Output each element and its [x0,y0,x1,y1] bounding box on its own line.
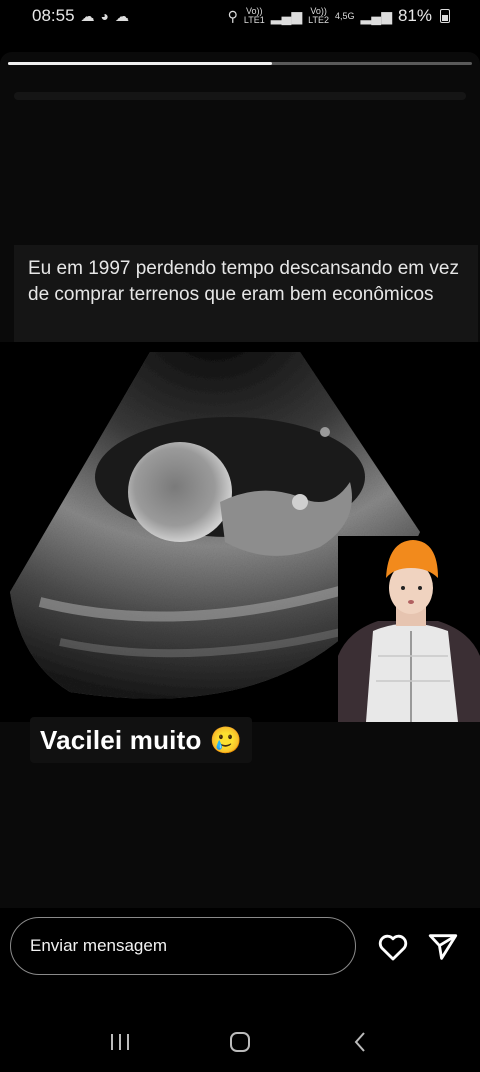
network-type: 4,5G [335,10,355,21]
status-bar: 08:55 ☁ ◕ ☁ ⚲ Vo)) LTE1 ▂▄▆ Vo)) LTE2 4,5G… [0,0,480,32]
avatar-notification-icon: ◕ [100,8,110,24]
post-text: Eu em 1997 perdendo tempo descansando em… [14,245,478,342]
caption-sticker: Vacilei muito 🥲 [30,717,253,763]
home-icon[interactable] [220,1022,260,1062]
status-left: 08:55 ☁ ◕ ☁ [32,6,129,26]
story-progress-fill [8,62,273,65]
send-icon[interactable] [426,930,460,964]
location-icon: ⚲ [227,7,238,24]
story-header-shade [14,92,466,100]
sim2-label: Vo)) LTE2 [308,6,329,25]
story-progress-bar [8,62,472,65]
send-message-input[interactable]: Enviar mensagem [10,917,356,975]
signal-icon: ▂▄▆ [270,7,303,24]
person-sticker [338,536,480,722]
tear-smile-emoji: 🥲 [209,724,243,755]
signal-icon: ▂▄▆ [360,7,392,24]
system-nav-bar [0,1012,480,1072]
heart-icon[interactable] [376,930,410,964]
sim1-label: Vo)) LTE1 [243,6,265,25]
cloud-sync-icon: ☁ [115,7,130,24]
cloud-sync-icon: ☁ [80,7,95,24]
story-viewer[interactable]: Eu em 1997 perdendo tempo descansando em… [0,52,480,908]
screen: 08:55 ☁ ◕ ☁ ⚲ Vo)) LTE1 ▂▄▆ Vo)) LTE2 4,5G… [0,0,480,1072]
caption-text: Vacilei muito [40,724,202,755]
recents-icon[interactable] [100,1022,140,1062]
back-icon[interactable] [340,1022,380,1062]
battery-percent: 81% [397,6,432,25]
clock: 08:55 [32,6,75,25]
battery-icon [440,9,450,23]
status-right: ⚲ Vo)) LTE1 ▂▄▆ Vo)) LTE2 4,5G ▂▄▆ 81% [228,6,450,26]
